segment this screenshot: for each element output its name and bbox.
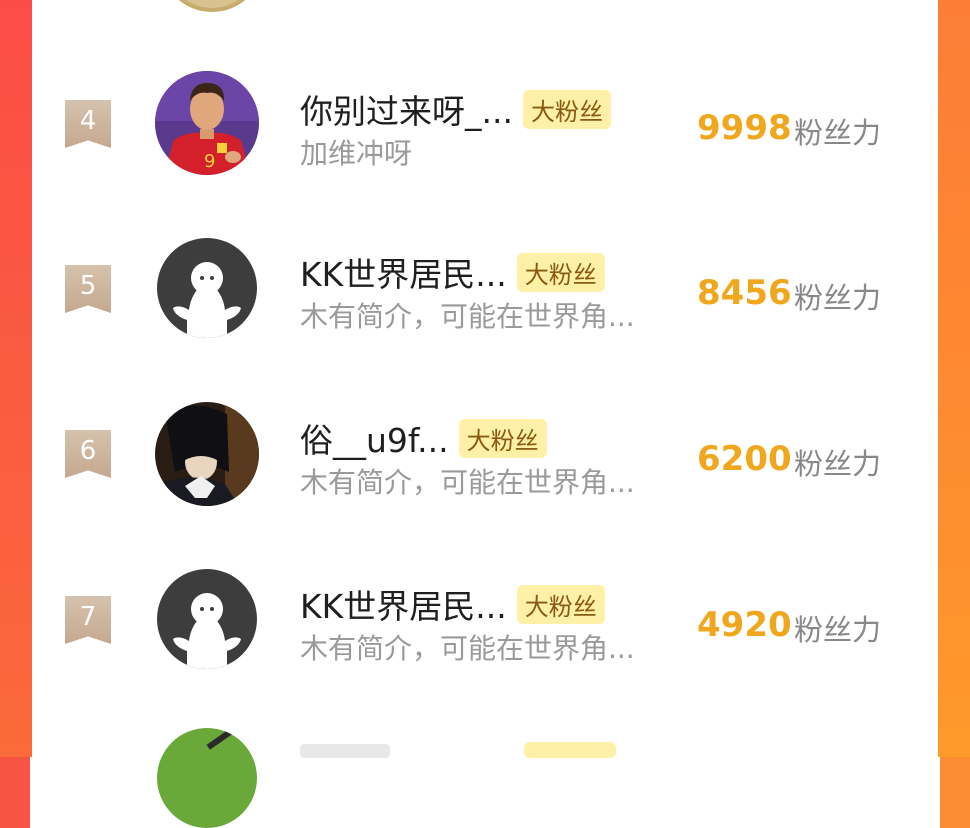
left-border: [0, 0, 32, 757]
right-border: [938, 0, 970, 757]
fan-power-label: 粉丝力: [794, 116, 882, 150]
rank-badge: 7: [65, 596, 111, 644]
fan-power-value: 6200: [697, 439, 792, 479]
user-name[interactable]: 你别过来呀_...: [300, 85, 513, 133]
user-bio: 木有简介，可能在世界角...: [300, 300, 635, 333]
fan-level-badge-partial: [524, 742, 616, 758]
list-item-partial: [300, 744, 390, 758]
user-name[interactable]: 俗__u9f...: [300, 414, 449, 462]
list-item[interactable]: 5 KK世界居民... 大粉丝 木有简介，可能在世界角... 8456 粉丝力: [32, 231, 938, 351]
fan-power-label: 粉丝力: [794, 447, 882, 481]
rank-badge: 6: [65, 430, 111, 478]
avatar[interactable]: [160, 0, 264, 12]
user-name[interactable]: KK世界居民...: [300, 580, 507, 628]
fan-level-badge: 大粉丝: [458, 418, 547, 458]
fan-power-value: 8456: [697, 273, 792, 313]
user-bio: 加维冲呀: [300, 137, 413, 170]
list-item[interactable]: 4 9 你别过来呀_... 大粉丝 加维冲呀 9998 粉丝力: [32, 66, 938, 186]
rank-badge: 4: [65, 100, 111, 148]
fan-power-label: 粉丝力: [794, 613, 882, 647]
avatar[interactable]: [157, 238, 257, 338]
fan-level-badge: 大粉丝: [516, 252, 605, 292]
avatar[interactable]: [157, 569, 257, 669]
rank-badge: 5: [65, 265, 111, 313]
fan-power-value: 4920: [697, 605, 792, 645]
avatar[interactable]: 9: [155, 71, 259, 175]
user-bio: 木有简介，可能在世界角...: [300, 466, 635, 499]
fan-level-badge: 大粉丝: [516, 584, 605, 624]
fan-ranking-list: 4 9 你别过来呀_... 大粉丝 加维冲呀 9998 粉丝力 5 KK世界居民…: [32, 0, 938, 828]
svg-text:9: 9: [204, 151, 215, 172]
fan-power-label: 粉丝力: [794, 281, 882, 315]
fan-power-value: 9998: [697, 108, 792, 148]
fan-level-badge: 大粉丝: [522, 89, 611, 129]
user-name[interactable]: KK世界居民...: [300, 248, 507, 296]
list-item[interactable]: 6 俗__u9f... 大粉丝 木有简介，可能在世界角... 6200 粉丝力: [32, 397, 938, 517]
avatar[interactable]: [157, 728, 257, 828]
user-bio: 木有简介，可能在世界角...: [300, 632, 635, 665]
avatar[interactable]: [155, 402, 259, 506]
list-item[interactable]: 7 KK世界居民... 大粉丝 木有简介，可能在世界角... 4920 粉丝力: [32, 562, 938, 682]
